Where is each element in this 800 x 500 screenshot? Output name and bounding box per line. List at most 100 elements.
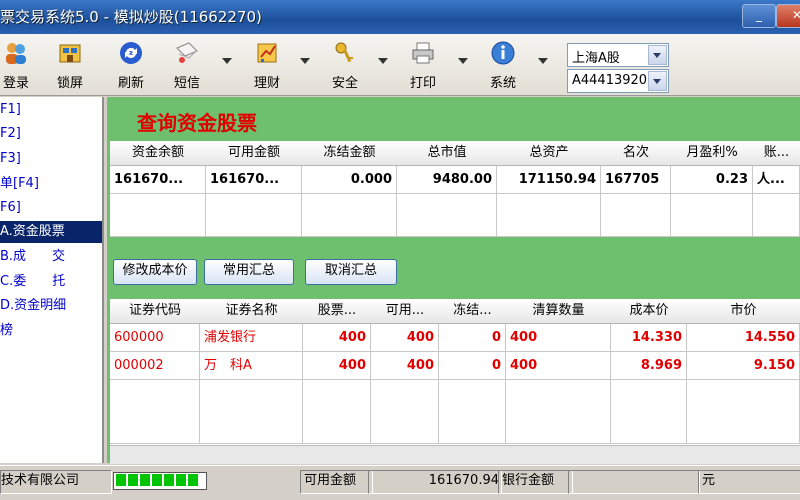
column-header[interactable]: 账... — [753, 141, 800, 166]
column-header[interactable]: 冻结金额 — [302, 141, 398, 166]
table-cell: 0 — [439, 324, 506, 352]
fund-cell-empty — [397, 194, 497, 237]
table-cell-code[interactable]: 600000 — [110, 324, 200, 352]
close-button[interactable]: ✕ — [776, 4, 800, 28]
column-header[interactable]: 股票... — [303, 299, 372, 324]
market-select-arrow[interactable] — [648, 45, 667, 65]
status-bar: 技术有限公司 可用金额 161670.94 银行金额 元 — [0, 465, 800, 500]
nav-item-f3[interactable]: F3] — [0, 148, 102, 170]
system-button[interactable]: 系统 — [482, 38, 524, 94]
market-select[interactable]: 上海A股 — [567, 43, 669, 67]
fund-cell: 人... — [753, 166, 800, 194]
table-cell-empty — [611, 380, 687, 444]
horizontal-scrollbar[interactable] — [110, 445, 800, 464]
print-button[interactable]: 打印 — [402, 38, 444, 94]
fund-cell-empty — [497, 194, 601, 237]
company-name: 技术有限公司 — [0, 470, 112, 494]
connection-progress — [113, 472, 207, 490]
column-header[interactable]: 总资产 — [497, 141, 602, 166]
column-header[interactable]: 冻结... — [439, 299, 507, 324]
progress-block — [176, 474, 186, 486]
main-panel: 查询资金股票 资金余额 可用金额 冻结金额 总市值 总资产 名次 月盈利% 账.… — [107, 97, 800, 464]
column-header[interactable]: 总市值 — [397, 141, 498, 166]
table-cell: 0 — [439, 352, 506, 380]
nav-item-f1[interactable]: F1] — [0, 99, 102, 121]
column-header[interactable]: 可用金额 — [206, 141, 303, 166]
toolbar-label-lock: 锁屏 — [56, 76, 83, 91]
finance-icon — [257, 43, 277, 63]
toolbar-label-system: 系统 — [489, 76, 516, 91]
table-cell: 400 — [303, 324, 371, 352]
progress-block — [164, 474, 174, 486]
column-header[interactable]: 证券代码 — [110, 299, 201, 324]
fund-cell: 0.23 — [671, 166, 753, 194]
column-header[interactable]: 证券名称 — [200, 299, 304, 324]
cancel-summary-button[interactable]: 取消汇总 — [305, 259, 397, 285]
account-select[interactable]: A44413920 — [567, 69, 669, 93]
column-header[interactable]: 名次 — [601, 141, 672, 166]
table-cell: 400 — [506, 352, 611, 380]
account-select-value: A44413920 — [572, 73, 648, 88]
available-label: 可用金额 — [300, 470, 373, 494]
message-dropdown-arrow[interactable] — [222, 58, 232, 64]
nav-item-fund-details[interactable]: D.资金明细 — [0, 295, 102, 317]
table-cell-empty — [439, 380, 506, 444]
modify-cost-button[interactable]: 修改成本价 — [113, 259, 197, 285]
fund-cell-empty — [206, 194, 302, 237]
table-cell: 400 — [303, 352, 371, 380]
table-cell-name[interactable]: 浦发银行 — [200, 324, 303, 352]
account-select-arrow[interactable] — [648, 71, 667, 91]
toolbar-label-print: 打印 — [409, 76, 436, 91]
fund-cell: 161670... — [110, 166, 206, 194]
left-nav: F1] F2] F3] 单[F4] F6] A.资金股票 B.成 交 C.委 托… — [0, 97, 104, 463]
minimize-button[interactable]: _ — [742, 4, 776, 28]
column-header[interactable]: 资金余额 — [110, 141, 207, 166]
common-summary-button[interactable]: 常用汇总 — [204, 259, 294, 285]
column-header[interactable]: 清算数量 — [506, 299, 612, 324]
message-button[interactable]: 短信 — [166, 38, 208, 94]
print-dropdown-arrow[interactable] — [458, 58, 468, 64]
info-icon — [491, 41, 515, 65]
fund-cell: 9480.00 — [397, 166, 497, 194]
column-header[interactable]: 市价 — [687, 299, 800, 324]
nav-item-trades[interactable]: B.成 交 — [0, 246, 102, 268]
column-header[interactable]: 月盈利% — [671, 141, 754, 166]
nav-item-f4[interactable]: 单[F4] — [0, 173, 102, 195]
table-cell-empty — [371, 380, 439, 444]
holdings-table: 证券代码 证券名称 股票... 可用... 冻结... 清算数量 成本价 市价 … — [110, 299, 800, 464]
toolbar-label-refresh: 刷新 — [117, 76, 144, 91]
security-dropdown-arrow[interactable] — [378, 58, 388, 64]
finance-button[interactable]: 理财 — [246, 38, 288, 94]
fund-cell-empty — [601, 194, 671, 237]
progress-block — [116, 474, 126, 486]
table-cell-empty — [506, 380, 611, 444]
refresh-button[interactable]: 刷新 — [110, 38, 152, 94]
bank-label: 银行金额 — [498, 470, 573, 494]
nav-item-f6[interactable]: F6] — [0, 197, 102, 219]
column-header[interactable]: 可用... — [371, 299, 440, 324]
fund-cell-empty — [110, 194, 206, 237]
column-header[interactable]: 成本价 — [611, 299, 688, 324]
printer-icon — [412, 42, 434, 64]
table-cell-empty — [687, 380, 800, 444]
currency-unit: 元 — [698, 470, 800, 494]
table-cell-name[interactable]: 万 科A — [200, 352, 303, 380]
fund-cell: 171150.94 — [497, 166, 601, 194]
login-button[interactable]: 登录 — [0, 38, 36, 94]
available-value: 161670.94 — [368, 470, 502, 494]
security-button[interactable]: 安全 — [324, 38, 366, 94]
system-dropdown-arrow[interactable] — [538, 58, 548, 64]
message-icon — [176, 42, 198, 63]
table-cell-code[interactable]: 000002 — [110, 352, 200, 380]
login-icon — [6, 43, 26, 64]
toolbar-label-finance: 理财 — [253, 76, 280, 91]
key-icon — [335, 42, 353, 63]
nav-item-f2[interactable]: F2] — [0, 123, 102, 145]
finance-dropdown-arrow[interactable] — [300, 58, 310, 64]
nav-item-orders[interactable]: C.委 托 — [0, 271, 102, 293]
fund-cell-empty — [302, 194, 397, 237]
lock-screen-button[interactable]: 锁屏 — [50, 38, 90, 94]
nav-item-funds-stocks[interactable]: A.资金股票 — [0, 221, 102, 243]
nav-item-ranking[interactable]: 榜 — [0, 320, 102, 342]
fund-cell-empty — [753, 194, 800, 237]
